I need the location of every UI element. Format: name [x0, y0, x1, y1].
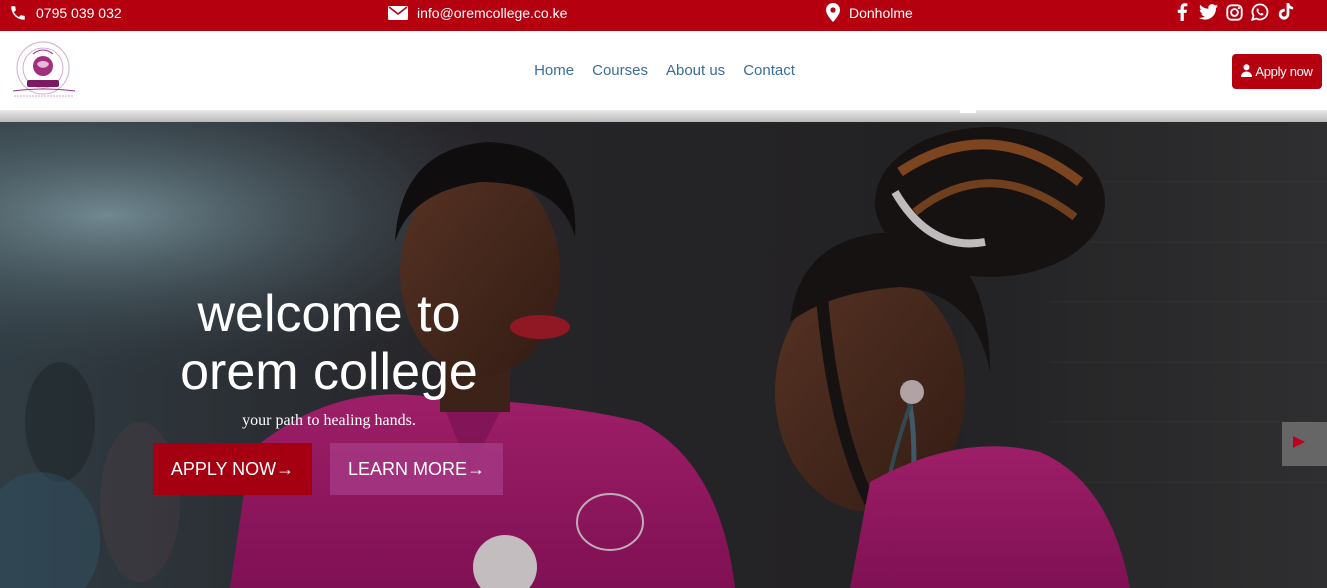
phone-contact[interactable]: 0795 039 032 [9, 0, 122, 25]
apply-now-label: Apply now [1255, 64, 1313, 79]
hero-slider: welcome to orem college your path to hea… [0, 122, 1327, 588]
slider-next-button[interactable] [1282, 422, 1327, 466]
hero-title-line-2: orem college [180, 343, 478, 401]
orem-college-logo[interactable] [8, 40, 80, 102]
envelope-icon [388, 5, 408, 21]
social-links [1172, 2, 1296, 22]
hero-title: welcome to orem college [174, 285, 484, 401]
nav-contact[interactable]: Contact [743, 62, 795, 79]
email-contact[interactable]: info@oremcollege.co.ke [388, 0, 567, 25]
nav-about-us[interactable]: About us [666, 62, 725, 79]
hero-apply-now-button[interactable]: APPLY NOW→ [153, 443, 312, 495]
phone-icon [9, 4, 27, 22]
nav-courses[interactable]: Courses [592, 62, 648, 79]
hero-learn-more-button[interactable]: LEARN MORE→ [330, 443, 503, 495]
map-pin-icon [826, 3, 840, 22]
header-shadow [0, 110, 1327, 122]
main-nav: Home Courses About us Contact [0, 31, 1327, 110]
nav-home[interactable]: Home [534, 62, 574, 79]
tiktok-icon[interactable] [1276, 2, 1296, 22]
location-contact: Donholme [826, 0, 913, 25]
apply-now-button[interactable]: Apply now [1232, 54, 1322, 89]
play-arrow-icon [1292, 435, 1306, 454]
hero-subtitle: your path to healing hands. [242, 412, 416, 429]
facebook-icon[interactable] [1172, 2, 1192, 22]
instagram-icon[interactable] [1224, 2, 1244, 22]
twitter-icon[interactable] [1198, 2, 1218, 22]
top-contact-bar: 0795 039 032 info@oremcollege.co.ke Donh… [0, 0, 1327, 31]
hero-title-line-1: welcome to [197, 285, 461, 343]
site-header: Home Courses About us Contact Apply now [0, 31, 1327, 110]
whatsapp-icon[interactable] [1250, 2, 1270, 22]
location-name: Donholme [849, 4, 913, 21]
phone-number: 0795 039 032 [36, 4, 122, 21]
user-icon [1241, 63, 1253, 80]
email-address: info@oremcollege.co.ke [417, 4, 568, 21]
